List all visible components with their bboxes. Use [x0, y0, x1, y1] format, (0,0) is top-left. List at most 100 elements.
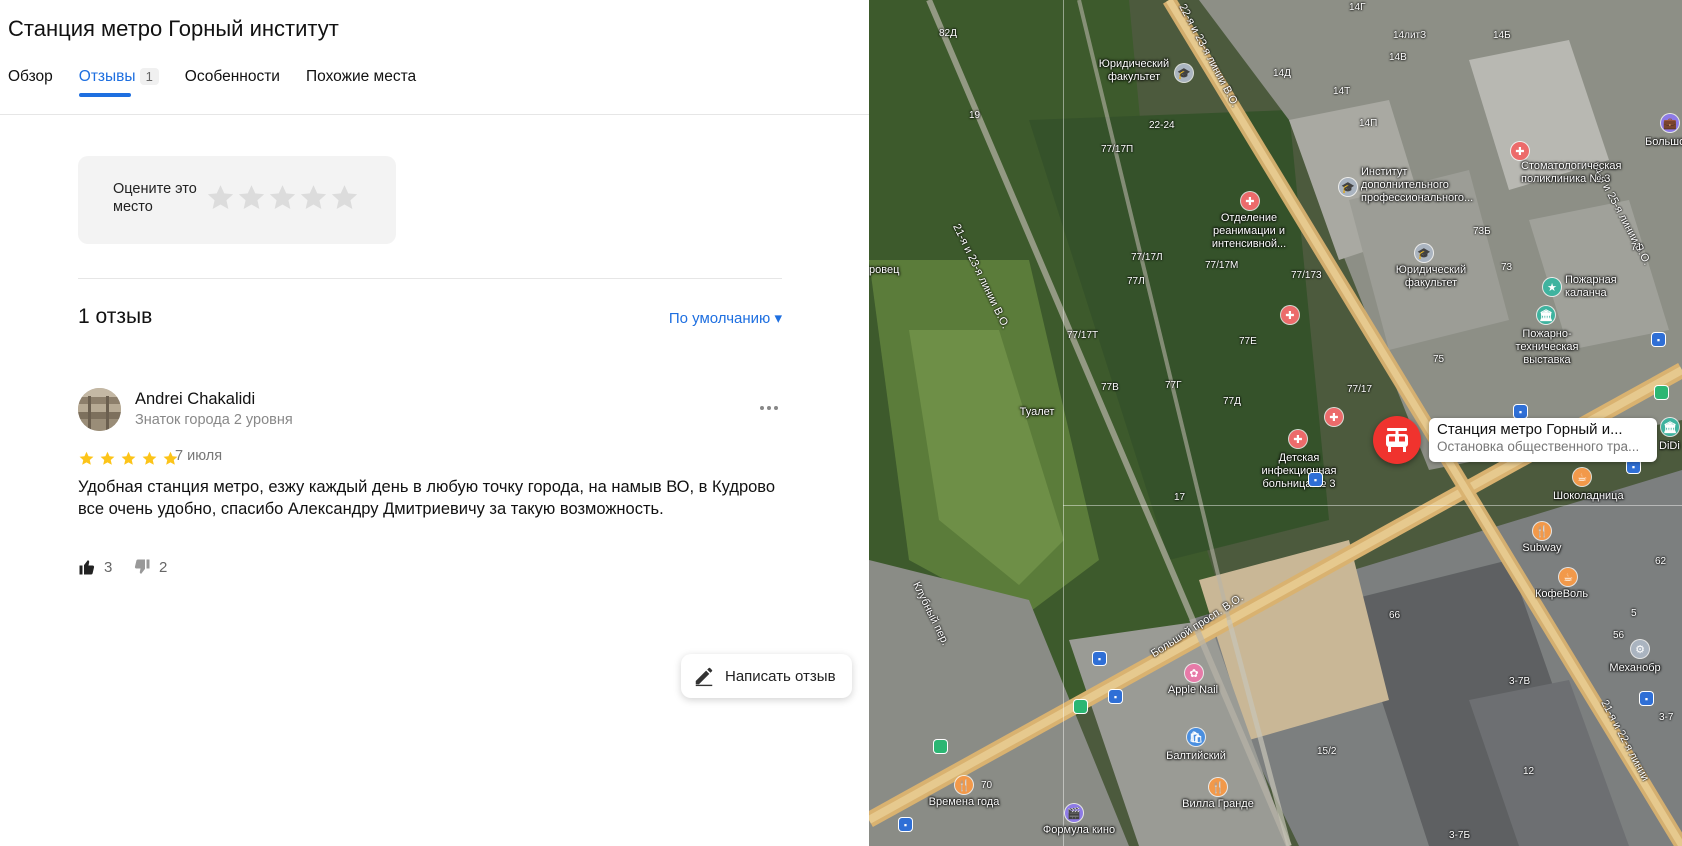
briefcase-icon[interactable]: 💼 — [1661, 114, 1679, 132]
restaurant-icon[interactable]: 🍴 — [1209, 778, 1227, 796]
poi-coffee-label[interactable]: КофеВоль — [1535, 588, 1595, 601]
tab-overview[interactable]: Обзор — [8, 68, 53, 86]
house-number: 14Т — [1333, 86, 1351, 97]
poi-reanimation-label[interactable]: Отделение реанимации и интенсивной... — [1203, 212, 1295, 251]
house-number: 14П — [1359, 118, 1378, 129]
review-author[interactable]: Andrei Chakalidi — [135, 390, 255, 409]
rate-place-box: Оцените это место — [78, 156, 396, 244]
tab-reviews[interactable]: Отзывы 1 — [78, 68, 159, 97]
rate-star-icon[interactable] — [298, 182, 329, 213]
rate-star-icon[interactable] — [329, 182, 360, 213]
fastfood-icon[interactable]: 🍴 — [1533, 522, 1551, 540]
more-options-icon[interactable] — [755, 396, 783, 420]
bus-stop-icon[interactable]: ▪ — [1514, 405, 1527, 418]
house-number: 75 — [1433, 354, 1445, 365]
rate-star-icon[interactable] — [205, 182, 236, 213]
bus-stop-icon[interactable]: ▪ — [1640, 692, 1653, 705]
house-number: 19 — [969, 110, 981, 121]
university-icon[interactable]: 🎓 — [1339, 178, 1357, 196]
museum-icon[interactable]: 🏛 — [1537, 306, 1555, 324]
poi-institute-label[interactable]: Институт дополнительного профессионально… — [1361, 166, 1491, 205]
medical-icon[interactable]: ✚ — [1325, 408, 1343, 426]
tram-stop-icon[interactable] — [1074, 700, 1087, 713]
beauty-icon[interactable]: ✿ — [1185, 664, 1203, 682]
star-filled-icon — [100, 451, 115, 465]
bus-stop-icon[interactable]: ▪ — [1093, 652, 1106, 665]
poi-fire-tower-label[interactable]: Пожарная каланча — [1565, 274, 1629, 300]
restaurant-icon[interactable]: 🍴 — [955, 776, 973, 794]
bus-stop-icon[interactable]: ▪ — [1652, 333, 1665, 346]
house-number: 3-7 — [1659, 712, 1674, 723]
thumbs-down-icon — [134, 559, 150, 574]
poi-bolshoy-label[interactable]: Большой — [1645, 136, 1682, 149]
house-number: 70 — [981, 780, 993, 791]
shopping-icon[interactable]: 🛍 — [1187, 728, 1205, 746]
rate-star-icon[interactable] — [236, 182, 267, 213]
map-gridline — [1063, 0, 1064, 846]
house-number: 14Б — [1493, 30, 1511, 41]
poi-fire-exhibit-label[interactable]: Пожарно-техническая выставка — [1509, 328, 1585, 367]
poi-law-faculty-2-label[interactable]: Юридический факультет — [1391, 264, 1471, 290]
tab-similar-label: Похожие места — [305, 68, 417, 85]
bus-stop-icon[interactable]: ▪ — [1109, 690, 1122, 703]
avatar[interactable] — [78, 388, 121, 431]
bus-stop-icon[interactable]: ▪ — [1309, 473, 1322, 486]
pencil-icon — [695, 667, 713, 687]
poi-vremena-label[interactable]: Времена года — [919, 796, 1009, 809]
rate-star-icon[interactable] — [267, 182, 298, 213]
cinema-icon[interactable]: 🎬 — [1065, 804, 1083, 822]
house-number: 71 — [1631, 242, 1643, 253]
poi-law-faculty-label[interactable]: Юридический факультет — [1089, 58, 1179, 84]
cafe-icon[interactable]: ☕ — [1573, 468, 1591, 486]
poi-dental-label[interactable]: Стоматологическая поликлиника № 3 — [1521, 160, 1641, 186]
house-number: 3-7Б — [1449, 830, 1471, 841]
rate-stars — [205, 182, 360, 213]
tab-features-label: Особенности — [184, 68, 280, 85]
poi-mechanobr-label[interactable]: Механобр — [1595, 662, 1675, 675]
university-icon[interactable]: 🎓 — [1415, 244, 1433, 262]
sort-dropdown[interactable]: По умолчанию ▾ — [669, 309, 782, 327]
write-review-button[interactable]: Написать отзыв — [681, 654, 852, 698]
tram-icon — [1386, 428, 1408, 452]
dislike-button[interactable]: 2 — [133, 558, 167, 576]
house-number: 82Д — [939, 28, 957, 39]
medical-icon[interactable]: ✚ — [1289, 430, 1307, 448]
tab-features[interactable]: Особенности — [185, 68, 280, 86]
poi-shokoladnitsa-label[interactable]: Шоколадница — [1553, 490, 1643, 503]
map[interactable]: 22-я и 23-я линии В.О. 21-я и 23-я линии… — [869, 0, 1682, 846]
house-number: 77Г — [1165, 380, 1182, 391]
poi-children-hospital-label[interactable]: Детская инфекционная больница № 3 — [1249, 452, 1349, 491]
poi-toilet-label[interactable]: Туалет — [1007, 406, 1067, 419]
review-rating — [78, 450, 183, 467]
poi-subway-label[interactable]: Subway — [1509, 542, 1575, 555]
metro-station-marker[interactable] — [1373, 416, 1421, 464]
medical-icon[interactable]: ✚ — [1281, 306, 1299, 324]
medical-icon[interactable]: ✚ — [1241, 192, 1259, 210]
poi-villa-label[interactable]: Вилла Гранде — [1175, 798, 1261, 811]
section-divider — [78, 278, 782, 279]
thumbs-up-icon — [79, 560, 95, 575]
house-number: 3-7В — [1509, 676, 1531, 687]
landmark-icon[interactable]: ★ — [1543, 278, 1561, 296]
poi-baltiysky-label[interactable]: Балтийский — [1159, 750, 1233, 763]
tab-similar[interactable]: Похожие места — [306, 68, 416, 86]
house-number: 22-24 — [1149, 120, 1175, 131]
poi-dids-label[interactable]: DiDi — [1659, 440, 1682, 453]
service-icon[interactable]: ⚙ — [1631, 640, 1649, 658]
bus-stop-icon[interactable]: ▪ — [899, 818, 912, 831]
star-filled-icon — [142, 451, 157, 465]
poi-apple-nail-label[interactable]: Apple Nail — [1153, 684, 1233, 697]
house-number: 12 — [1523, 766, 1535, 777]
university-icon[interactable]: 🎓 — [1175, 64, 1193, 82]
tab-overview-label: Обзор — [8, 68, 53, 85]
like-button[interactable]: 3 — [78, 558, 112, 576]
station-popup-card[interactable]: Станция метро Горный и... Остановка обще… — [1429, 418, 1657, 462]
medical-icon[interactable]: ✚ — [1511, 142, 1529, 160]
tram-stop-icon[interactable] — [934, 740, 947, 753]
poi-formula-kino-label[interactable]: Формула кино — [1029, 824, 1129, 837]
museum-icon[interactable]: 🏛 — [1661, 418, 1679, 436]
star-filled-icon — [121, 451, 136, 465]
reviews-count-heading: 1 отзыв — [78, 305, 153, 328]
tram-stop-icon[interactable] — [1655, 386, 1668, 399]
cafe-icon[interactable]: ☕ — [1559, 568, 1577, 586]
